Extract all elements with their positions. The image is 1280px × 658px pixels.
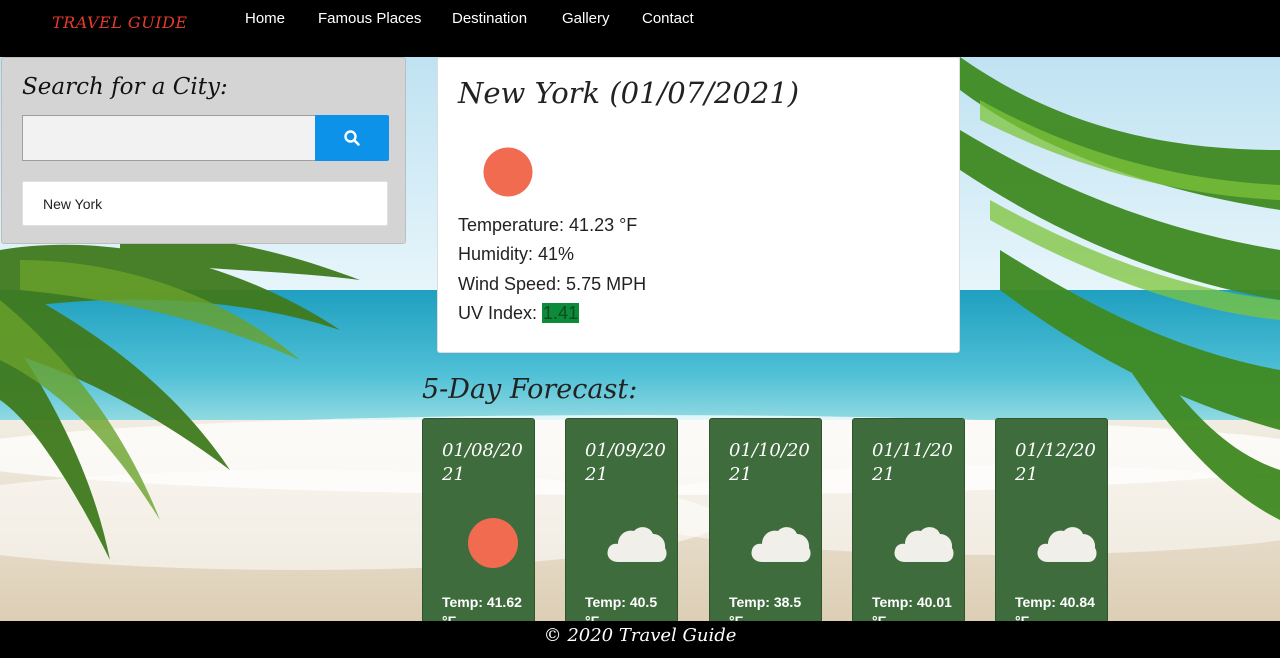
forecast-card: 01/10/2021 Temp: 38.5 °F	[709, 418, 822, 628]
uv-index-row: UV Index: 1.41	[458, 303, 580, 324]
forecast-card: 01/12/2021 Temp: 40.84 °F	[995, 418, 1108, 628]
nav-link-home[interactable]: Home	[245, 10, 285, 27]
footer: © 2020 Travel Guide	[0, 621, 1280, 658]
search-button[interactable]	[315, 115, 389, 161]
forecast-date: 01/09/2021	[585, 440, 666, 485]
forecast-date: 01/11/2021	[872, 440, 953, 485]
forecast-card: 01/11/2021 Temp: 40.01 °F	[852, 418, 965, 628]
nav-link-gallery[interactable]: Gallery	[562, 10, 610, 27]
uv-index-badge: 1.41	[542, 303, 580, 323]
uv-index-label: UV Index:	[458, 303, 543, 323]
city-search-input[interactable]	[22, 115, 315, 161]
navbar: TRAVEL GUIDE Home Famous Places Destinat…	[0, 0, 1280, 57]
brand-logo[interactable]: TRAVEL GUIDE	[52, 13, 188, 32]
wind-speed-text: Wind Speed: 5.75 MPH	[458, 274, 647, 294]
current-city-title: New York (01/07/2021)	[458, 76, 800, 110]
forecast-card: 01/08/2021 Temp: 41.62 °F	[422, 418, 535, 628]
sun-icon	[468, 518, 518, 568]
footer-copyright: © 2020 Travel Guide	[543, 625, 737, 646]
nav-link-destination[interactable]: Destination	[452, 10, 527, 27]
forecast-date: 01/08/2021	[442, 440, 523, 485]
forecast-date: 01/10/2021	[729, 440, 810, 485]
temperature-text: Temperature: 41.23 °F	[458, 215, 638, 235]
search-icon	[344, 130, 360, 146]
cloud-icon	[1037, 527, 1097, 562]
search-history-item[interactable]: New York	[22, 181, 388, 226]
cloud-icon	[894, 527, 954, 562]
forecast-card: 01/09/2021 Temp: 40.5 °F	[565, 418, 678, 628]
search-title: Search for a City:	[22, 74, 228, 100]
search-panel: Search for a City: New York	[1, 57, 406, 244]
forecast-date: 01/12/2021	[1015, 440, 1096, 485]
current-weather-card: New York (01/07/2021) Temperature: 41.23…	[437, 57, 960, 353]
humidity-text: Humidity: 41%	[458, 244, 575, 264]
cloud-icon	[607, 527, 667, 562]
nav-link-contact[interactable]: Contact	[642, 10, 694, 27]
sun-icon	[483, 147, 533, 197]
cloud-icon	[751, 527, 811, 562]
nav-link-famous-places[interactable]: Famous Places	[318, 10, 421, 27]
forecast-heading: 5-Day Forecast:	[422, 374, 638, 405]
